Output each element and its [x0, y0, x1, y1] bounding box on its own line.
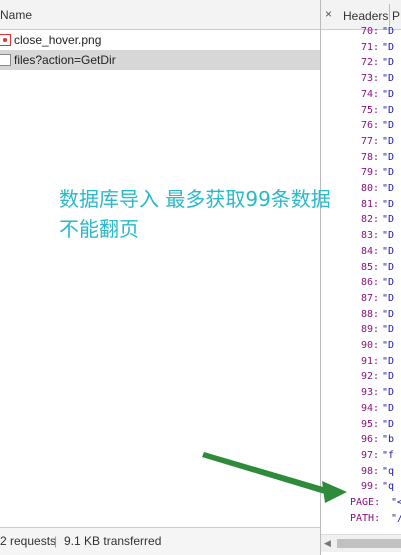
- annotation-arrow-icon: [202, 452, 347, 503]
